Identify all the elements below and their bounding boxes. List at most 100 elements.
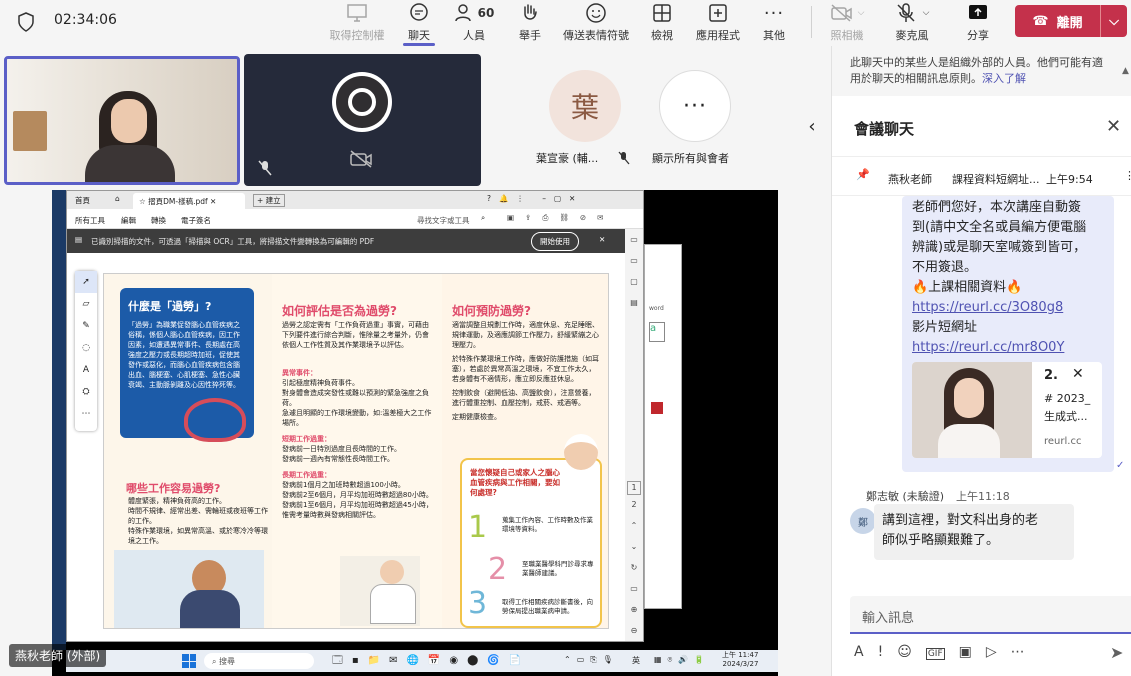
- collapse-gallery-button[interactable]: ‹: [798, 106, 826, 146]
- new-tab-button[interactable]: + 建立: [253, 194, 285, 207]
- pdf-menubar: 所有工具 編輯 轉換 電子簽名 尋找文字或工具 ⌕ ▣⇪⎙⛓⊘✉: [67, 209, 643, 229]
- chevron-down-icon[interactable]: ⌵: [1101, 14, 1127, 29]
- pdf-right-rail[interactable]: ▭ ▭ ▢ ▤ 1 2 ⌃ ⌄ ↻ ▭ ⊕ ⊖: [625, 229, 643, 641]
- camera-off-icon: ⌵: [817, 2, 877, 24]
- taskbar-search[interactable]: ⌕ 搜尋: [204, 653, 314, 669]
- presenter-label: 燕秋老師 (外部): [9, 644, 107, 667]
- view-button[interactable]: 檢視: [632, 2, 692, 44]
- compose-toolbar[interactable]: A!☺ GIF ▣▷⋯: [854, 644, 1039, 660]
- pdf-toolbar-icons[interactable]: ▣⇪⎙⛓⊘✉: [507, 213, 614, 223]
- pinned-sender: 燕秋老師: [888, 173, 932, 186]
- section-text: 過勞之認定需有「工作負荷過重」事實，可藉由下列要件進行綜合判斷，惟除量之考量外，…: [282, 321, 429, 349]
- emoji-icon[interactable]: ☺: [897, 644, 926, 660]
- doc-icon: ▤: [75, 235, 83, 244]
- emoji-icon: [560, 2, 632, 24]
- taskbar-clock[interactable]: 上午 11:47 2024/3/27: [722, 651, 758, 669]
- chat-message-student[interactable]: 講到這裡，對文科出身的老 師似乎略顯艱難了。: [874, 504, 1074, 560]
- learn-more-link[interactable]: 深入了解: [982, 72, 1026, 85]
- home-tab[interactable]: 首頁: [75, 195, 90, 206]
- raise-hand-button[interactable]: 舉手: [500, 2, 560, 44]
- input-language[interactable]: 英: [632, 655, 640, 666]
- shelf-decor: [13, 111, 47, 151]
- resource-link-1[interactable]: https://reurl.cc/3O80g8: [912, 300, 1063, 315]
- menu-all-tools[interactable]: 所有工具: [75, 215, 105, 226]
- tray-status-icons[interactable]: ▦⌾🔊🔋: [654, 655, 710, 665]
- take-control-button[interactable]: 取得控制權: [327, 2, 387, 44]
- apps-button[interactable]: 應用程式: [688, 2, 748, 44]
- close-icon[interactable]: ✕: [599, 235, 605, 244]
- menu-esign[interactable]: 電子簽名: [181, 215, 211, 226]
- camera-button[interactable]: ⌵ 照相機: [817, 2, 877, 44]
- mic-button[interactable]: ⌵ 麥克風: [882, 2, 942, 44]
- share-button[interactable]: 分享: [948, 2, 1008, 44]
- comment-icon[interactable]: ▱: [75, 293, 97, 315]
- avatar[interactable]: 葉: [549, 70, 621, 142]
- meeting-chat-panel: 此聊天中的某些人是組織外部的人員。他們可能有適用於聊天的相關訊息原則。深入了解 …: [831, 46, 1131, 676]
- more-icon[interactable]: ⋮: [1124, 169, 1131, 182]
- step-number: 3: [468, 586, 488, 621]
- pen-icon[interactable]: ✎: [75, 315, 97, 337]
- more-participants-button[interactable]: ···: [659, 70, 731, 142]
- pdf-tab[interactable]: ☆ 摺頁DM-樣稿.pdf ✕: [133, 193, 245, 209]
- message-input[interactable]: 輸入訊息: [850, 596, 1131, 634]
- participant-name: 葉宣豪 (輔...: [536, 152, 599, 165]
- more-icon[interactable]: ⋯: [75, 403, 97, 425]
- leave-main[interactable]: ☎ 離開: [1015, 5, 1101, 37]
- ocr-start-button[interactable]: 開始使用: [531, 232, 579, 251]
- send-button[interactable]: ➤: [1110, 643, 1123, 662]
- chat-button[interactable]: 聊天: [389, 2, 449, 46]
- taskbar-apps[interactable]: 🗔▪📁✉🌐📅◉⬤🌀📄: [332, 653, 530, 670]
- window-controls[interactable]: ?🔔⋮ –▢✕: [487, 194, 583, 203]
- message-body: 講到這裡，對文科出身的老 師似乎略顯艱難了。: [882, 513, 1039, 548]
- text-select-icon[interactable]: A: [75, 359, 97, 381]
- pinned-message[interactable]: 📌 燕秋老師 課程資料短網址... 上午9:54 ⋮: [832, 156, 1131, 196]
- sticker-icon[interactable]: ▣: [959, 644, 986, 660]
- background-window: word a: [644, 244, 682, 609]
- close-chat-button[interactable]: ✕: [1106, 116, 1121, 137]
- stamp-icon[interactable]: ⛭: [75, 381, 97, 403]
- people-icon: 60: [444, 2, 504, 24]
- scrollbar[interactable]: ▲: [1122, 66, 1129, 76]
- external-notice: 此聊天中的某些人是組織外部的人員。他們可能有適用於聊天的相關訊息原則。深入了解: [832, 46, 1131, 96]
- pdf-left-tools[interactable]: ➚ ▱ ✎ ◌ A ⛭ ⋯: [75, 271, 97, 431]
- gif-icon[interactable]: GIF: [925, 648, 945, 660]
- video-tile-obs[interactable]: [244, 54, 481, 186]
- close-icon[interactable]: ✕: [1072, 366, 1084, 382]
- pin-icon: 📌: [856, 168, 870, 181]
- chevron-left-icon: ‹: [808, 115, 816, 137]
- chat-message-teacher[interactable]: 老師們您好，本次講座自動簽 到(請中文全名或員編方便電腦 辨識)或是聊天室喊簽到…: [902, 196, 1114, 472]
- pinned-time: 上午9:54: [1046, 173, 1093, 186]
- phone-hangup-icon: ☎: [1032, 13, 1049, 29]
- link-preview-card[interactable]: 2. ✕ # 2023_ 生成式... reurl.cc: [912, 362, 1102, 458]
- people-count: 60: [477, 6, 495, 20]
- camera-off-icon: [350, 150, 374, 172]
- person-body: [85, 145, 175, 182]
- resource-link-2[interactable]: https://reurl.cc/mr8O0Y: [912, 340, 1064, 355]
- close-icon: ✕: [1106, 116, 1122, 137]
- more-button[interactable]: ··· 其他: [744, 2, 804, 44]
- video-tile-speaker[interactable]: [4, 56, 240, 185]
- people-button[interactable]: 60 人員: [444, 2, 504, 44]
- pdf-viewer-window[interactable]: 首頁 ⌂ ☆ 摺頁DM-樣稿.pdf ✕ + 建立 ?🔔⋮ –▢✕ 所有工具 編…: [66, 190, 644, 642]
- loop-icon[interactable]: ▷: [986, 644, 1011, 660]
- message-sender: 鄭志敏 (未驗證): [866, 490, 945, 503]
- pdf-search[interactable]: 尋找文字或工具: [417, 215, 470, 226]
- cursor-icon[interactable]: ➚: [75, 271, 97, 293]
- mic-off-icon: ⌵: [882, 2, 942, 24]
- show-all-participants[interactable]: 顯示所有與會者: [652, 150, 729, 166]
- tray-icons[interactable]: ⌃▭⎘🎙: [564, 655, 619, 665]
- more-icon[interactable]: ⋯: [1011, 644, 1039, 660]
- page-number-1: 1: [627, 481, 641, 495]
- format-icon[interactable]: A: [854, 644, 878, 660]
- avatar[interactable]: 鄭: [850, 508, 876, 534]
- leave-button[interactable]: ☎ 離開 ⌵: [1015, 5, 1127, 37]
- chat-icon: [389, 2, 449, 24]
- send-reaction-button[interactable]: 傳送表情符號: [560, 2, 632, 44]
- pinned-text: 課程資料短網址...: [952, 173, 1040, 186]
- preview-title: 2.: [1044, 368, 1058, 383]
- menu-edit[interactable]: 編輯: [121, 215, 136, 226]
- menu-convert[interactable]: 轉換: [151, 215, 166, 226]
- windows-start-icon[interactable]: [182, 654, 196, 668]
- priority-icon[interactable]: !: [878, 644, 898, 660]
- lasso-icon[interactable]: ◌: [75, 337, 97, 359]
